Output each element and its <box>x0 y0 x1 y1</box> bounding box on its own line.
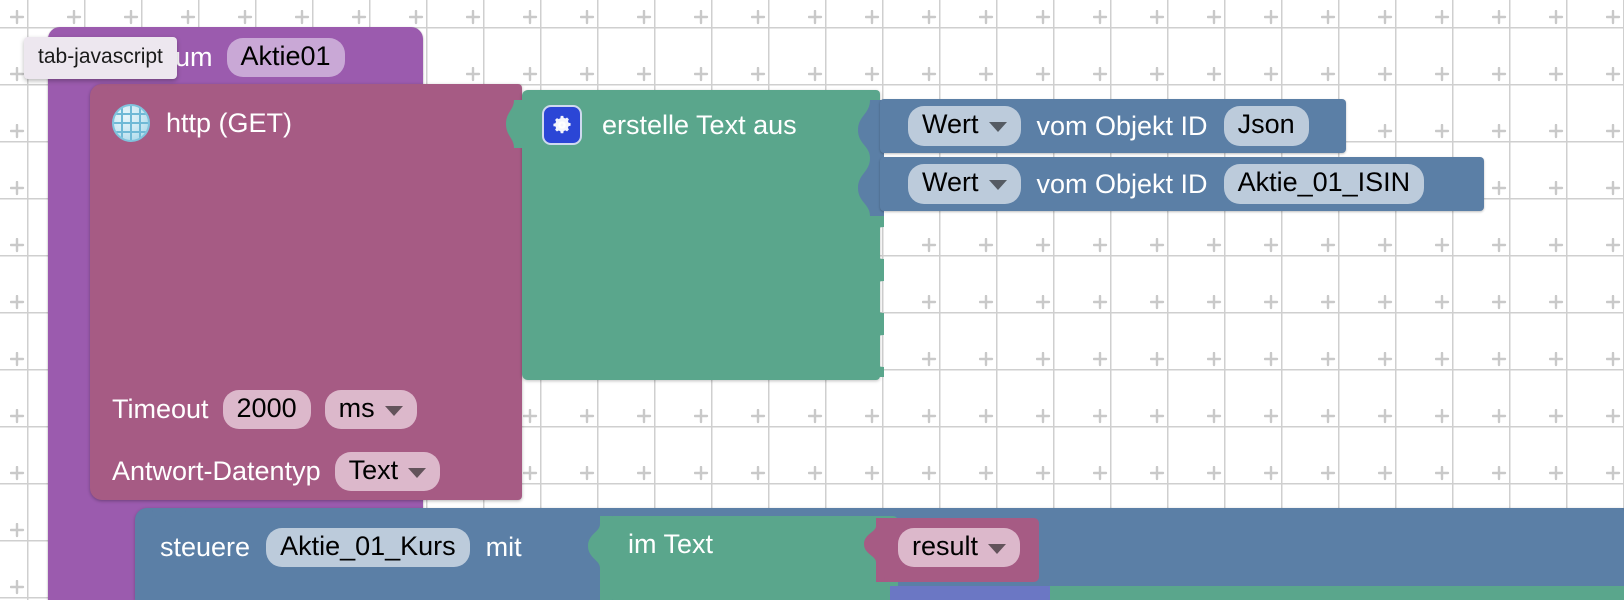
control-conjunction-label: mit <box>485 532 522 563</box>
object-id-field-2[interactable]: Aktie_01_ISIN <box>1223 164 1425 204</box>
object-id-label-1: vom Objekt ID <box>1036 110 1208 141</box>
control-block-top-notch <box>152 508 186 517</box>
create-text-empty-sockets[interactable] <box>858 215 884 380</box>
http-timeout-row: Timeout 2000 ms <box>112 390 417 430</box>
chevron-down-icon <box>988 543 1007 554</box>
object-id-field-1[interactable]: Json <box>1223 106 1309 146</box>
value-row-2[interactable]: Wert vom Objekt ID Aktie_01_ISIN <box>880 157 1484 211</box>
globe-icon <box>112 104 150 142</box>
value-dropdown-2-value: Wert <box>922 167 979 198</box>
gear-icon[interactable] <box>542 105 582 145</box>
object-id-label-2: vom Objekt ID <box>1036 168 1208 199</box>
datatype-dropdown[interactable]: Text <box>334 452 441 492</box>
result-dropdown[interactable]: result <box>898 528 1021 568</box>
http-datatype-row: Antwort-Datentyp Text <box>112 452 441 492</box>
value-dropdown-1[interactable]: Wert <box>908 106 1021 146</box>
timeout-label: Timeout <box>112 394 209 425</box>
result-dropdown-value: result <box>912 531 979 561</box>
im-text-label: im Text <box>628 529 714 559</box>
http-block-header: http (GET) <box>112 104 292 142</box>
http-block-title: http (GET) <box>166 107 293 138</box>
control-block-row: steuere Aktie_01_Kurs mit <box>160 528 522 568</box>
timeout-unit-value: ms <box>338 393 375 423</box>
http-block-top-notch <box>107 84 141 93</box>
value-dropdown-1-value: Wert <box>922 109 979 140</box>
chevron-down-icon <box>988 121 1007 132</box>
datatype-value: Text <box>348 455 399 485</box>
bottom-strip-blue <box>890 586 1050 600</box>
event-label-suffix: um <box>175 42 213 73</box>
blockly-workspace[interactable]: ⚙ ⚙ um Aktie01 http (GET) Timeout 2000 m… <box>0 0 1624 600</box>
chevron-down-icon <box>384 405 403 416</box>
timeout-unit-dropdown[interactable]: ms <box>324 390 417 430</box>
datatype-label: Antwort-Datentyp <box>112 456 321 487</box>
create-text-title: erstelle Text aus <box>602 109 797 140</box>
chevron-down-icon <box>408 467 427 478</box>
control-verb-label: steuere <box>160 532 251 563</box>
create-text-header: erstelle Text aus <box>542 105 797 145</box>
http-get-block[interactable] <box>90 84 522 500</box>
timeout-value-field[interactable]: 2000 <box>222 390 311 430</box>
event-name-field[interactable]: Aktie01 <box>226 38 345 78</box>
control-target-field[interactable]: Aktie_01_Kurs <box>266 528 470 568</box>
create-text-left-plug <box>506 100 526 148</box>
chevron-down-icon <box>988 179 1007 190</box>
value-dropdown-2[interactable]: Wert <box>908 164 1021 204</box>
tooltip: tab-javascript <box>24 37 177 79</box>
value-row-1[interactable]: Wert vom Objekt ID Json <box>880 99 1346 153</box>
bottom-strip-green <box>1050 586 1624 600</box>
event-block-fields: um Aktie01 <box>175 38 345 78</box>
